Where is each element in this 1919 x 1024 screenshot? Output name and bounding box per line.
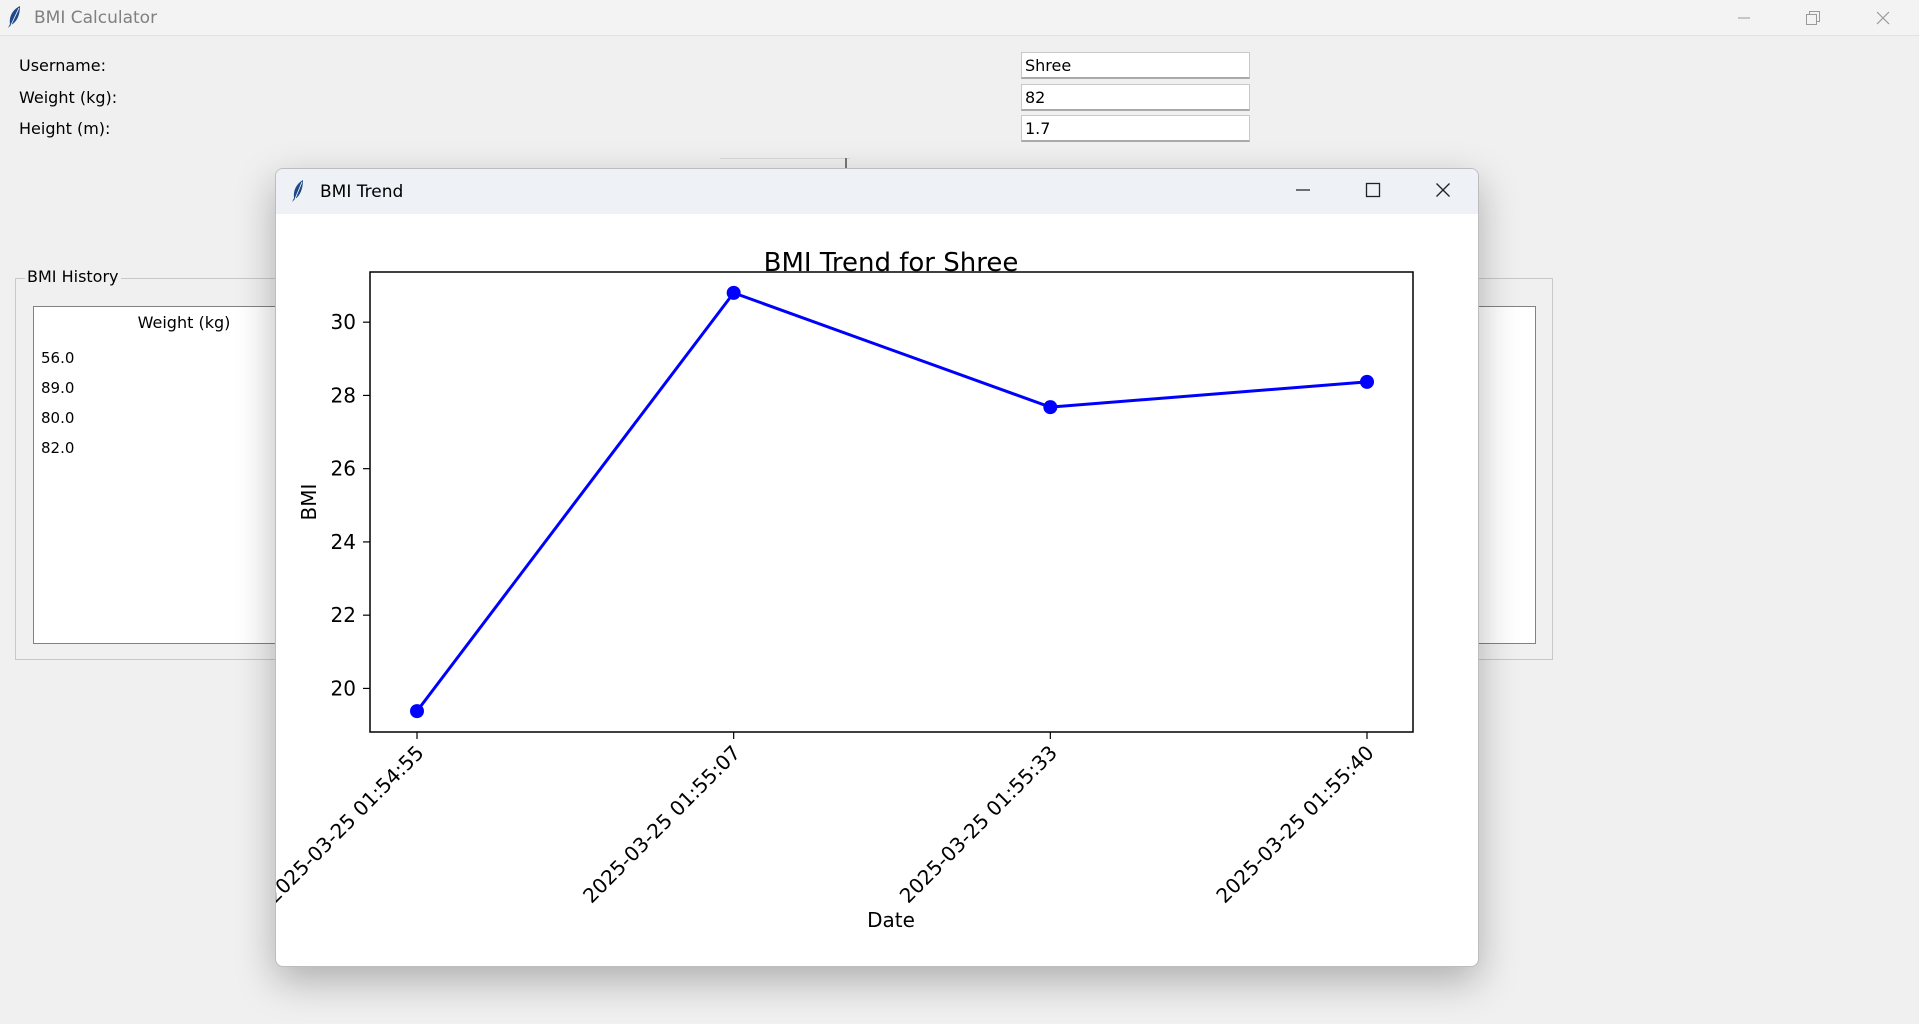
popup-close-button[interactable] [1408, 169, 1478, 214]
minimize-icon [1295, 182, 1311, 202]
window-title: BMI Calculator [34, 8, 158, 28]
bmi-trend-chart: BMI Trend for Shree 20 22 24 26 28 30 2025-03… [276, 248, 1414, 932]
plot-frame [369, 271, 1414, 733]
table-row[interactable]: 80.0 [41, 409, 74, 427]
x-tick-label: 2025-03-25 01:55:07 [578, 741, 745, 908]
data-point [410, 704, 424, 719]
table-row[interactable]: 82.0 [41, 439, 74, 457]
table-row[interactable]: 89.0 [41, 379, 74, 397]
x-tick-label: 2025-03-25 01:55:33 [895, 741, 1062, 908]
y-axis: 20 22 24 26 28 30 [331, 310, 370, 700]
y-tick-label: 24 [331, 530, 356, 554]
restore-button[interactable] [1783, 0, 1843, 35]
data-point [726, 285, 741, 300]
y-tick-label: 22 [331, 603, 356, 627]
weight-input[interactable] [1021, 84, 1250, 111]
y-tick-label: 26 [331, 457, 356, 481]
x-tick-label: 2025-03-25 01:55:40 [1211, 741, 1378, 908]
y-tick-label: 20 [331, 676, 356, 700]
maximize-icon [1365, 182, 1381, 202]
bmi-trend-window: BMI Trend BMI Trend for Shree 20 22 24 26 28… [275, 168, 1479, 967]
chart-title: BMI Trend for Shree [764, 248, 1019, 278]
y-tick-label: 30 [331, 310, 356, 334]
restore-icon [1805, 10, 1821, 26]
feather-icon [290, 179, 306, 203]
x-axis-label: Date [867, 908, 915, 932]
popup-minimize-button[interactable] [1268, 169, 1338, 214]
close-icon [1435, 182, 1451, 202]
username-label: Username: [19, 56, 106, 75]
popup-maximize-button[interactable] [1338, 169, 1408, 214]
x-axis: 2025-03-25 01:54:55 2025-03-25 01:55:07 20… [276, 732, 1379, 908]
height-label: Height (m): [19, 119, 111, 138]
bmi-series-line [415, 291, 1368, 713]
close-button[interactable] [1853, 0, 1913, 35]
table-row[interactable]: 56.0 [41, 349, 74, 367]
popup-titlebar: BMI Trend [276, 169, 1478, 214]
popup-title: BMI Trend [320, 182, 404, 202]
data-point [1360, 374, 1374, 389]
main-titlebar: BMI Calculator [0, 0, 1919, 36]
minimize-icon [1737, 11, 1751, 25]
y-tick-label: 28 [331, 383, 356, 407]
x-tick-label: 2025-03-25 01:54:55 [276, 741, 429, 908]
username-input[interactable] [1021, 52, 1250, 79]
feather-icon [6, 5, 24, 29]
close-icon [1875, 10, 1891, 26]
minimize-button[interactable] [1714, 0, 1774, 35]
series-layer [410, 285, 1374, 719]
history-legend: BMI History [25, 267, 121, 286]
y-axis-label: BMI [297, 484, 321, 521]
weight-label: Weight (kg): [19, 88, 118, 107]
data-point [1043, 400, 1058, 415]
height-input[interactable] [1021, 115, 1250, 142]
